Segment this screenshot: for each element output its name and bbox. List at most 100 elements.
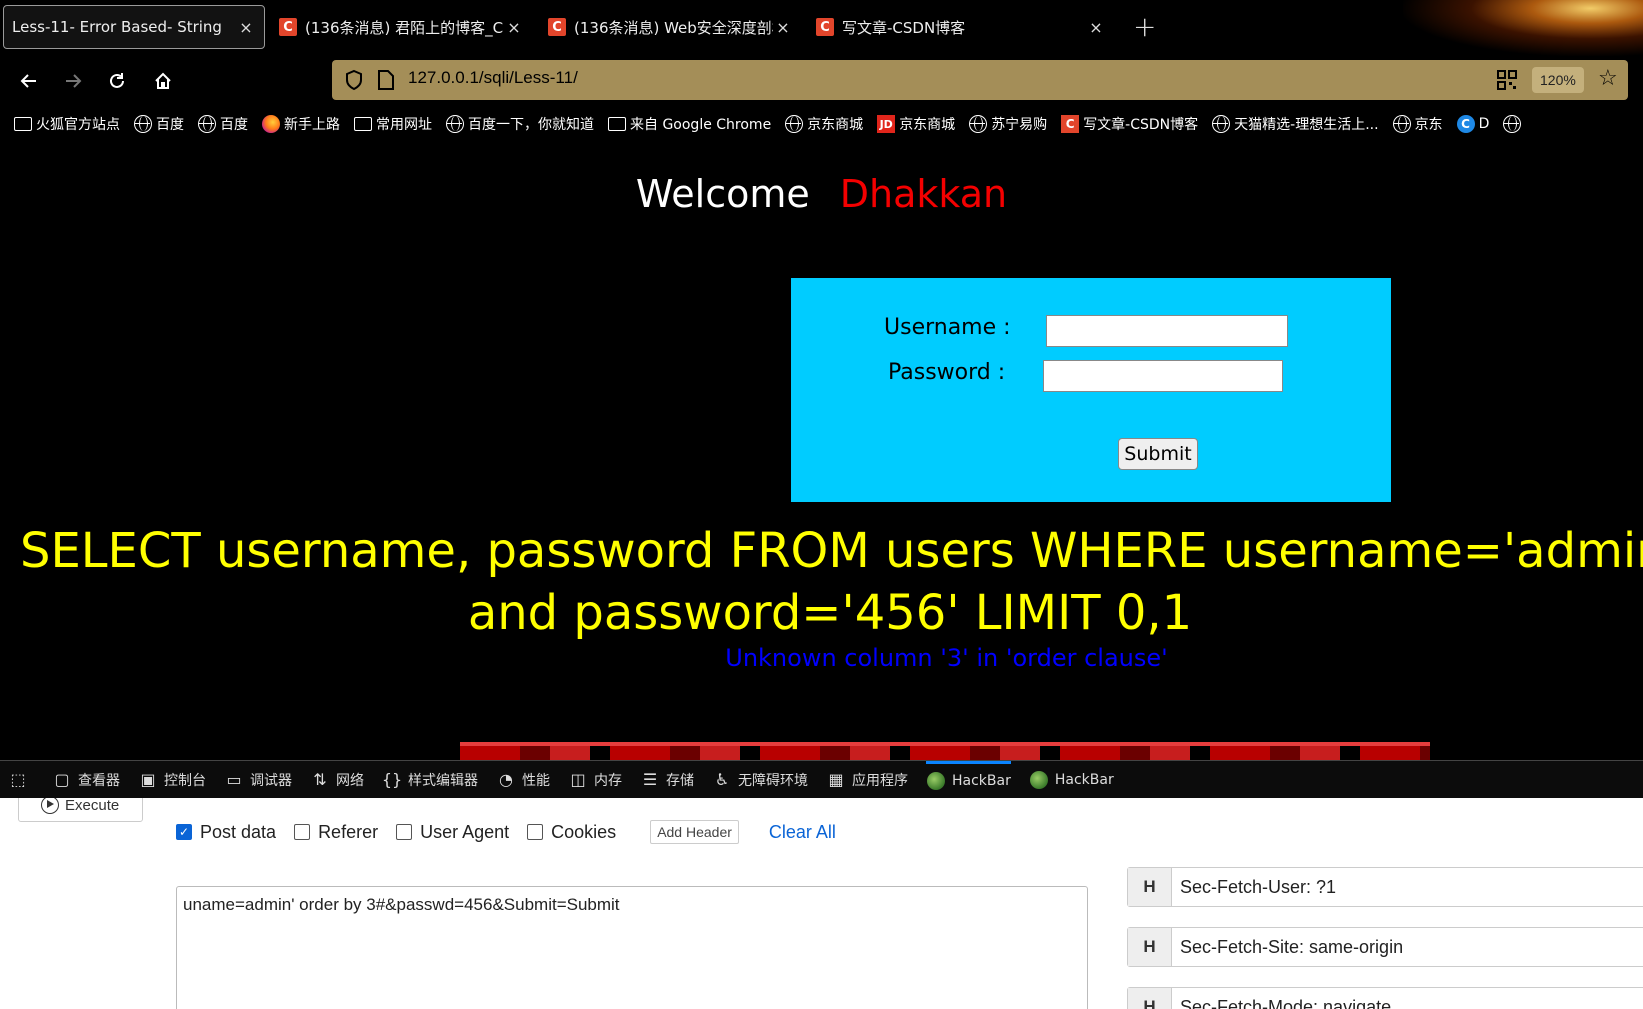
bookmark-item[interactable]: 来自 Google Chrome xyxy=(608,114,771,134)
reload-button[interactable] xyxy=(100,64,134,98)
post-data-textarea[interactable]: uname=admin' order by 3#&passwd=456&Subm… xyxy=(176,886,1088,1009)
tab-csdn-blog[interactable]: C (136条消息) 君陌上的博客_CSD × xyxy=(279,5,524,49)
tab-title: (136条消息) Web安全深度剖析 xyxy=(574,18,773,37)
username-input[interactable] xyxy=(1046,315,1288,347)
url-bar[interactable]: 127.0.0.1/sqli/Less-11/ 120% ☆ xyxy=(332,60,1628,100)
firefox-icon xyxy=(262,115,280,133)
bookmark-item[interactable]: 京东 xyxy=(1392,114,1443,134)
globe-icon xyxy=(198,115,216,133)
bookmark-item[interactable]: 火狐官方站点 xyxy=(14,114,120,134)
header-row[interactable]: H Sec-Fetch-Site: same-origin xyxy=(1127,927,1643,967)
tab-write-article[interactable]: C 写文章-CSDN博客 × xyxy=(816,5,1106,49)
theme-flame-decoration xyxy=(1403,0,1643,56)
inspector-icon: ▢ xyxy=(54,770,70,789)
reload-icon xyxy=(110,73,124,88)
bookmark-label: 常用网址 xyxy=(376,117,432,133)
execute-label: Execute xyxy=(65,798,120,814)
bookmark-item[interactable] xyxy=(1503,115,1525,133)
checkbox-icon[interactable] xyxy=(294,824,311,840)
checkbox-icon[interactable] xyxy=(396,824,413,840)
header-value[interactable]: Sec-Fetch-Mode: navigate xyxy=(1172,997,1391,1009)
tab-web-security[interactable]: C (136条消息) Web安全深度剖析 × xyxy=(548,5,793,49)
devtools-tab[interactable]: ♿ 无障碍环境 xyxy=(712,770,808,790)
devtools-tab[interactable]: ▣ 控制台 xyxy=(138,770,206,790)
qr-code-icon[interactable] xyxy=(1497,70,1517,90)
option-referer[interactable]: Referer xyxy=(294,822,378,843)
hackbar-icon xyxy=(926,771,946,791)
bookmark-item[interactable]: 苏宁易购 xyxy=(969,114,1047,134)
header-row[interactable]: H Sec-Fetch-Mode: navigate xyxy=(1127,987,1643,1009)
hackbar-panel: Execute ✓ Post data Referer User Agent C… xyxy=(0,798,1643,1009)
devtools-tab[interactable]: ⬚ xyxy=(8,770,34,790)
header-value[interactable]: Sec-Fetch-User: ?1 xyxy=(1172,877,1336,898)
devtools-tab[interactable]: ☰ 存储 xyxy=(640,770,694,790)
bookmark-item[interactable]: 天猫精选-理想生活上... xyxy=(1212,114,1379,134)
bookmark-item[interactable]: CD xyxy=(1456,115,1490,133)
tab-strip: Less-11- Error Based- String × C (136条消息… xyxy=(0,0,1643,56)
debugger-icon: ▭ xyxy=(226,770,242,789)
tab-less-11[interactable]: Less-11- Error Based- String × xyxy=(3,5,265,49)
option-cookies[interactable]: Cookies xyxy=(527,822,616,843)
tab-close-icon[interactable]: × xyxy=(1086,18,1106,37)
folder-icon xyxy=(354,117,372,131)
devtools-tab-label: 无障碍环境 xyxy=(738,772,808,789)
submit-button[interactable]: Submit xyxy=(1118,438,1198,470)
devtools-tab[interactable]: ▢ 查看器 xyxy=(52,770,120,790)
new-tab-button[interactable]: + xyxy=(1133,10,1156,44)
zoom-level-badge[interactable]: 120% xyxy=(1532,67,1584,93)
option-user-agent[interactable]: User Agent xyxy=(396,822,509,843)
bookmark-item[interactable]: 百度 xyxy=(198,114,248,134)
devtools-toolbar: ⬚ ▢ 查看器 ▣ 控制台 ▭ 调试器 ⇅ 网络 {} 样式编辑器 ◔ 性能 ◫ 内存 ☰ 存储 ♿ 无障碍环境 ▦ 应… xyxy=(0,760,1643,798)
devtools-tab-label: HackBar xyxy=(952,773,1011,789)
forward-button[interactable] xyxy=(56,64,90,98)
tab-close-icon[interactable]: × xyxy=(504,18,524,37)
bookmark-item[interactable]: 新手上路 xyxy=(262,114,340,134)
shield-icon[interactable] xyxy=(342,68,366,92)
bookmark-star-icon[interactable]: ☆ xyxy=(1598,66,1618,91)
checkbox-icon[interactable] xyxy=(527,824,544,840)
devtools-tab[interactable]: ◫ 内存 xyxy=(568,770,622,790)
option-label: Cookies xyxy=(551,821,617,842)
bookmark-label: 来自 Google Chrome xyxy=(630,117,772,133)
page-info-icon[interactable] xyxy=(376,69,396,91)
add-header-button[interactable]: Add Header xyxy=(650,820,739,844)
checkbox-checked-icon[interactable]: ✓ xyxy=(176,824,192,840)
back-button[interactable] xyxy=(12,64,46,98)
header-value[interactable]: Sec-Fetch-Site: same-origin xyxy=(1172,937,1403,958)
bookmark-item[interactable]: 常用网址 xyxy=(354,114,432,134)
devtools-tab[interactable]: {} 样式编辑器 xyxy=(382,770,478,790)
globe-icon xyxy=(1503,115,1522,133)
header-row[interactable]: H Sec-Fetch-User: ?1 xyxy=(1127,867,1643,907)
devtools-tab[interactable]: ▦ 应用程序 xyxy=(826,770,908,790)
devtools-tab[interactable]: ▭ 调试器 xyxy=(224,770,292,790)
devtools-tab-label: 内存 xyxy=(594,772,622,789)
devtools-tab[interactable]: HackBar xyxy=(926,761,1011,798)
bookmark-label: 京东商城 xyxy=(807,117,864,133)
devtools-tab[interactable]: ◔ 性能 xyxy=(496,770,550,790)
performance-icon: ◔ xyxy=(499,770,513,789)
bookmark-item[interactable]: 百度 xyxy=(134,114,184,134)
bookmark-item[interactable]: 京东商城 xyxy=(785,114,863,134)
storage-icon: ☰ xyxy=(642,770,658,789)
execute-button[interactable]: Execute xyxy=(18,798,143,822)
devtools-tab[interactable]: ⇅ 网络 xyxy=(310,770,364,790)
url-text[interactable]: 127.0.0.1/sqli/Less-11/ xyxy=(408,68,578,88)
forward-arrow-icon xyxy=(66,74,82,88)
tab-close-icon[interactable]: × xyxy=(236,18,256,37)
devtools-tab-label: HackBar xyxy=(1054,771,1114,788)
bookmark-label: D xyxy=(1478,116,1490,132)
back-arrow-icon xyxy=(20,74,36,88)
decorative-banner-image xyxy=(460,742,1430,760)
bookmark-item[interactable]: JD 京东商城 xyxy=(877,114,955,134)
tab-close-icon[interactable]: × xyxy=(773,18,793,37)
bookmark-item[interactable]: C 写文章-CSDN博客 xyxy=(1061,114,1198,134)
home-button[interactable] xyxy=(146,64,180,98)
bookmark-item[interactable]: 百度一下，你就知道 xyxy=(446,114,594,134)
devtools-tab[interactable]: HackBar xyxy=(1029,770,1114,790)
option-post-data[interactable]: ✓ Post data xyxy=(176,822,276,843)
clear-all-button[interactable]: Clear All xyxy=(769,822,836,843)
csdn-icon: C xyxy=(279,18,297,36)
bookmark-label: 百度 xyxy=(220,117,248,133)
password-input[interactable] xyxy=(1043,360,1283,392)
browser-window: Less-11- Error Based- String × C (136条消息… xyxy=(0,0,1643,1009)
